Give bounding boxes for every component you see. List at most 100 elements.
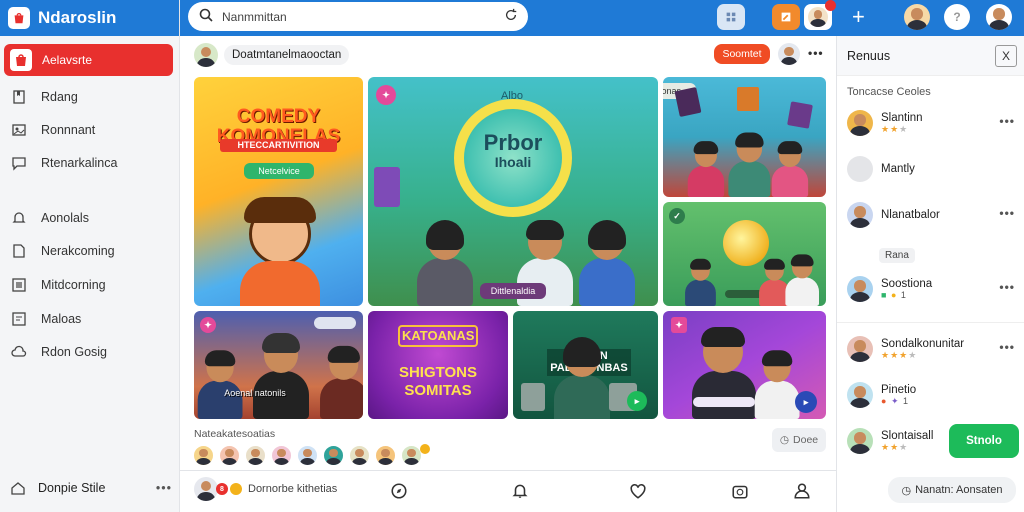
friend-avatar[interactable] <box>192 444 215 467</box>
sidebar-item-1[interactable]: Rdang <box>10 88 78 106</box>
chat-icon <box>10 154 28 172</box>
item-name: Mantly <box>881 163 915 175</box>
rating-stars: ● ✦ 1 <box>881 395 910 406</box>
video-tile-featured[interactable]: Prbor Ihoali Albo ✦ Dittlenaldia <box>368 77 658 306</box>
tile-title: Prbor <box>483 130 543 155</box>
tile-line2: SOMITAS <box>404 382 472 399</box>
search-value: Nanmmittan <box>222 9 287 24</box>
video-tile-7[interactable]: IRSNIN PALOCONBAS ▸ <box>513 311 658 419</box>
rating-stars: ■ ● 1 <box>881 290 907 300</box>
avatar <box>847 428 873 454</box>
sidebar-item-3[interactable]: Rtenarkalinca <box>10 154 117 172</box>
item-name: Soostiona <box>881 278 933 290</box>
item-name: Slontaisall <box>881 429 934 442</box>
sidebar-item-label: Rdang <box>41 90 78 104</box>
friend-avatar[interactable] <box>218 444 241 467</box>
list-item[interactable]: Sondalkonunitar ★★★★ ••• <box>847 336 1019 362</box>
divider <box>837 322 1024 323</box>
video-tile-comedy[interactable]: COMEDY KOMONELAS HTECCARTIVITION Netcelv… <box>194 77 363 306</box>
sidebar-item-label: Aonolals <box>41 211 89 225</box>
video-tile-6[interactable]: KATOANAS SHIGTONS SOMITAS <box>368 311 508 419</box>
friend-avatar[interactable] <box>296 444 319 467</box>
tile-chip[interactable]: Netcelvice <box>244 163 314 179</box>
sidebar-item-8[interactable]: Rdon Gosig <box>10 343 107 361</box>
list-item[interactable]: Nlanatbalor ••• <box>847 202 1019 228</box>
creator-avatar <box>194 43 218 67</box>
avatar <box>847 110 873 136</box>
search-input[interactable]: Nanmmittan <box>188 2 528 31</box>
sidebar-item-7[interactable]: Maloas <box>10 310 81 328</box>
avatar <box>847 336 873 362</box>
refresh-icon[interactable] <box>504 8 518 25</box>
list-item[interactable]: Pinetio ● ✦ 1 <box>847 382 1019 408</box>
camera-icon[interactable] <box>730 481 750 501</box>
user-avatar[interactable] <box>986 4 1012 30</box>
app-logo-icon <box>8 7 30 29</box>
friends-list <box>192 444 430 467</box>
person-icon[interactable] <box>792 481 812 501</box>
friend-avatar[interactable] <box>322 444 345 467</box>
friend-avatar[interactable] <box>348 444 371 467</box>
sidebar-item-5[interactable]: Nerakcoming <box>10 242 115 260</box>
sidebar-item-label: Rdon Gosig <box>41 345 108 359</box>
friend-avatar[interactable] <box>374 444 397 467</box>
tile-chip[interactable]: Dittlenaldia <box>480 283 546 299</box>
edit-icon[interactable] <box>772 4 800 30</box>
sidebar-item-label: Ronnnant <box>41 123 96 137</box>
add-icon[interactable]: + <box>852 6 865 28</box>
list-item[interactable]: Mantly <box>847 156 1019 182</box>
play-badge[interactable]: ▸ <box>795 391 817 413</box>
item-name: Sondalkonunitar <box>881 337 965 350</box>
user-avatar <box>194 477 218 501</box>
video-tile-3[interactable]: Dnting stoonas <box>663 77 826 197</box>
tile-title: KATOANAS <box>398 325 478 347</box>
friend-avatar[interactable] <box>270 444 293 467</box>
compass-icon[interactable] <box>389 481 409 501</box>
image-icon <box>10 121 28 139</box>
more-icon[interactable]: ••• <box>999 206 1015 220</box>
follow-button[interactable]: Soomtet <box>714 44 770 64</box>
sidebar-item-active[interactable]: Aelavsrte <box>4 44 173 76</box>
tile-subtitle: HTECCARTIVITION <box>220 139 337 153</box>
bottom-user[interactable]: 8 Dornorbe kithetias <box>194 477 337 501</box>
video-tile-8[interactable]: ✦ ▸ <box>663 311 826 419</box>
more-icon[interactable]: ••• <box>999 340 1015 354</box>
frame-icon <box>737 87 759 111</box>
bell-icon[interactable] <box>510 481 530 501</box>
done-label: Doee <box>793 434 819 446</box>
bell-icon <box>10 209 28 227</box>
creator-row[interactable]: Doatmtanelmaooctan <box>194 43 350 67</box>
more-options-icon[interactable]: ••• <box>808 46 824 60</box>
done-button[interactable]: ◷ Doee <box>772 428 826 452</box>
sidebar-profile[interactable]: Donpie Stile ••• <box>10 480 172 496</box>
notifications-avatar[interactable] <box>804 0 836 30</box>
friends-title: Nateakatesoatias <box>194 428 276 440</box>
more-icon[interactable]: ••• <box>999 114 1015 128</box>
item-name: Nlanatbalor <box>881 209 940 221</box>
sidebar-item-2[interactable]: Ronnnant <box>10 121 95 139</box>
notification-badge-2 <box>230 483 242 495</box>
more-icon[interactable]: ••• <box>156 481 172 495</box>
sidebar-item-4[interactable]: Aonolals <box>10 209 89 227</box>
clock-icon: ◷ <box>779 434 790 446</box>
close-icon[interactable]: X <box>995 45 1017 67</box>
app-title: Ndaroslin <box>38 8 117 27</box>
grid-apps-icon[interactable] <box>717 4 745 30</box>
right-panel: Renuus X Toncacse Ceoles Slantinn ★★★ •••… <box>836 36 1024 512</box>
cta-button[interactable]: Stnolo <box>949 424 1019 458</box>
list-item[interactable]: Soostiona ■ ● 1 ••• <box>847 276 1019 302</box>
more-icon[interactable]: ••• <box>999 280 1015 294</box>
help-icon[interactable]: ? <box>944 4 970 30</box>
heart-icon[interactable] <box>628 481 648 501</box>
list-item[interactable]: Slantinn ★★★ ••• <box>847 110 1019 136</box>
video-tile-5[interactable]: ✦ Aoenal natonils <box>194 311 363 419</box>
friend-avatar[interactable] <box>244 444 267 467</box>
play-badge[interactable]: ▸ <box>627 391 647 411</box>
video-tile-4[interactable]: ✓ <box>663 202 826 306</box>
avatar[interactable] <box>904 4 930 30</box>
sidebar-item-label: Mitdcorning <box>41 278 106 292</box>
bottom-right-button[interactable]: ◷ Nanatn: Aonsaten <box>888 477 1016 503</box>
profile-label: Donpie Stile <box>38 481 106 495</box>
viewer-avatar[interactable] <box>778 43 800 65</box>
sidebar-item-6[interactable]: Mitdcorning <box>10 276 106 294</box>
